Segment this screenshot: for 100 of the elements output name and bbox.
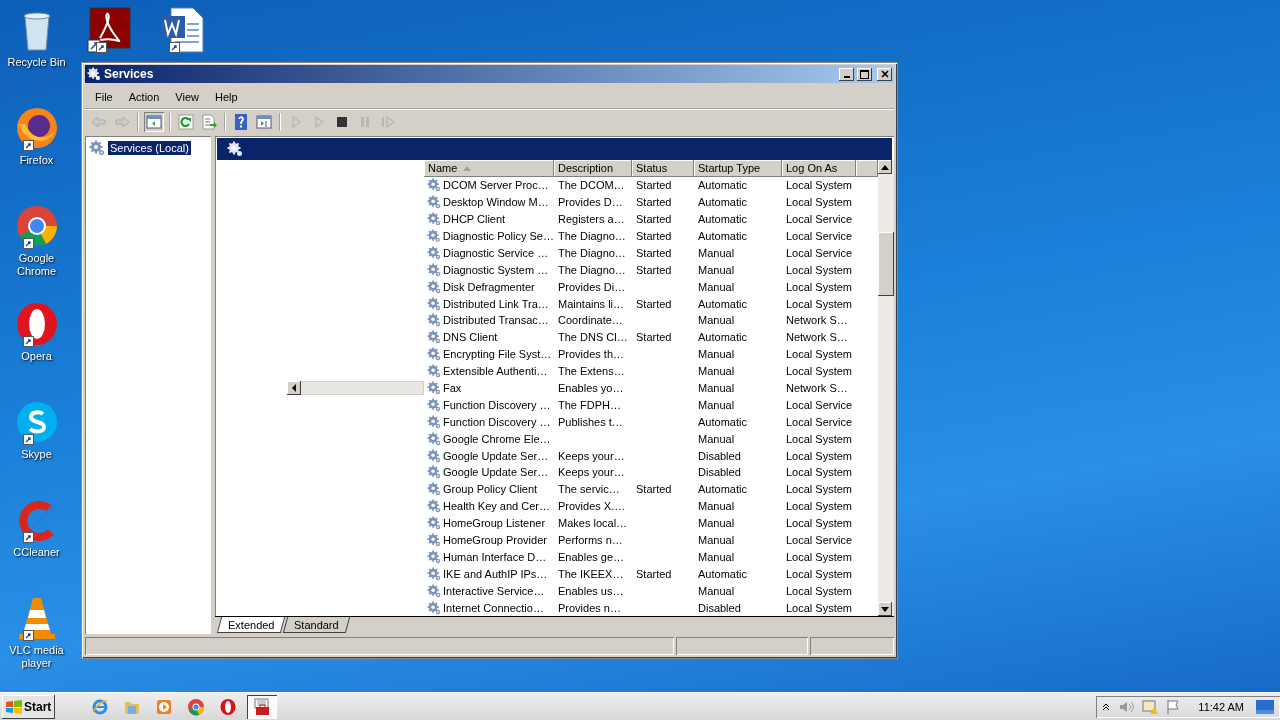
- table-cell: Distributed Transac…: [443, 314, 549, 327]
- table-cell: Health Key and Cer…: [443, 500, 550, 513]
- show-desktop-icon[interactable]: [1256, 699, 1274, 714]
- gear-icon: [427, 414, 441, 429]
- menu-item[interactable]: Help: [206, 91, 246, 103]
- window-title: Services: [104, 67, 155, 81]
- clock[interactable]: 11:42 AM: [1198, 700, 1244, 713]
- desktop-icon-label[interactable]: Opera: [1, 350, 72, 363]
- refresh-icon: [178, 114, 194, 130]
- desktop-icon-label[interactable]: Firefox: [1, 154, 72, 167]
- table-cell-text: Publishes t…: [557, 415, 624, 428]
- scrollbar-thumb[interactable]: [878, 232, 894, 296]
- menu-item[interactable]: Action: [120, 91, 168, 103]
- table-cell-text: The DNS Cl…: [557, 331, 629, 344]
- taskbar-button[interactable]: [247, 694, 278, 719]
- gear-icon: [227, 141, 243, 157]
- table-cell-text: Local System: [785, 297, 854, 310]
- opera-icon: [219, 697, 238, 716]
- desktop-icon-label[interactable]: Recycle Bin: [1, 56, 72, 69]
- table-cell-text: Registers a…: [557, 213, 626, 226]
- table-cell-text: Disabled: [697, 601, 742, 614]
- gear-icon: [427, 482, 441, 497]
- export-icon: [201, 114, 217, 130]
- table-cell-text: Started: [635, 331, 673, 344]
- table-cell: HomeGroup Provider: [443, 534, 547, 547]
- restart-icon: [380, 114, 396, 130]
- table-cell-text: Network S…: [785, 331, 849, 344]
- table-cell-text: Started: [635, 230, 673, 242]
- gear-icon: [427, 397, 441, 412]
- table-cell-text: Makes local…: [557, 517, 629, 530]
- gear-icon: [427, 448, 441, 463]
- table-cell: Fax: [443, 382, 462, 394]
- table-cell-text: The FDPH…: [557, 398, 622, 411]
- view-tab[interactable]: Extended: [216, 617, 286, 633]
- table-cell: Diagnostic Service …: [443, 246, 549, 259]
- table-cell-text: Local System: [785, 483, 854, 496]
- shortcut-arrow-icon: [22, 434, 34, 445]
- table-cell-text: Local System: [785, 500, 854, 513]
- flag-icon[interactable]: [1166, 698, 1181, 715]
- table-cell-text: Manual: [697, 584, 736, 597]
- table-cell-text: Automatic: [697, 567, 748, 580]
- table-cell-text: Automatic: [697, 179, 748, 192]
- table-cell-text: Enables us…: [557, 584, 625, 597]
- windows-logo-icon: [6, 699, 22, 714]
- chevron-up-icon[interactable]: [1102, 702, 1111, 711]
- tree-item[interactable]: Services (Local): [108, 141, 191, 155]
- table-cell-text: Local Service: [785, 213, 854, 226]
- menu-item[interactable]: View: [167, 91, 207, 103]
- column-header[interactable]: Startup Type: [694, 160, 782, 177]
- start-button[interactable]: Start: [2, 694, 56, 719]
- network-warning-icon[interactable]: [1142, 698, 1159, 715]
- table-cell-text: Manual: [697, 534, 736, 547]
- gear-icon: [427, 262, 441, 277]
- vertical-scrollbar[interactable]: [878, 160, 894, 616]
- desktop-icon-label[interactable]: Google Chrome: [1, 252, 72, 278]
- horizontal-scrollbar[interactable]: [287, 381, 424, 395]
- desktop-icon-label[interactable]: Skype: [1, 448, 72, 461]
- column-header-filler: [856, 160, 878, 177]
- table-cell: IKE and AuthIP IPs…: [443, 567, 548, 580]
- table-cell: Extensible Authenti…: [443, 365, 548, 378]
- gear-icon: [89, 140, 105, 156]
- gear-icon: [427, 533, 441, 548]
- table-cell-text: Local Service: [785, 534, 854, 547]
- table-cell-text: Started: [635, 179, 673, 192]
- table-cell-text: Disabled: [697, 449, 742, 462]
- table-cell-text: Started: [635, 483, 673, 496]
- table-cell-text: Keeps your…: [557, 466, 626, 479]
- table-cell-text: Network S…: [785, 382, 849, 394]
- column-header[interactable]: Log On As: [782, 160, 856, 177]
- maximize-button[interactable]: [857, 67, 872, 81]
- menu-item[interactable]: File: [87, 91, 121, 103]
- column-header[interactable]: Status: [632, 160, 694, 177]
- scroll-down-icon: [881, 606, 889, 612]
- view-tab[interactable]: Standard: [283, 617, 351, 633]
- internet-explorer-icon: [91, 697, 110, 716]
- table-cell: Disk Defragmenter: [443, 280, 535, 293]
- table-cell-text: Provides D…: [557, 196, 624, 209]
- table-cell-text: Local System: [785, 365, 854, 378]
- gear-icon: [427, 465, 441, 480]
- table-cell-text: Enables yo…: [557, 382, 625, 394]
- gear-icon: [427, 549, 441, 564]
- table-cell-text: The DCOM…: [557, 179, 626, 192]
- maximize-icon: [860, 69, 869, 79]
- table-cell-text: Local System: [785, 179, 854, 192]
- column-header[interactable]: Name: [424, 160, 554, 177]
- close-button[interactable]: [877, 67, 892, 81]
- column-header[interactable]: Description: [554, 160, 632, 177]
- table-cell: Group Policy Client: [443, 483, 538, 496]
- table-cell-text: Started: [635, 213, 673, 226]
- table-cell-text: Manual: [697, 382, 736, 394]
- speaker-icon[interactable]: [1118, 699, 1135, 714]
- table-cell: Diagnostic System …: [443, 263, 549, 276]
- gear-icon: [427, 364, 441, 379]
- minimize-button[interactable]: [839, 67, 854, 81]
- toolbar-button[interactable]: [176, 112, 196, 132]
- desktop-icon-label[interactable]: CCleaner: [1, 546, 72, 559]
- table-cell-text: Local System: [785, 280, 854, 293]
- table-cell: Function Discovery …: [443, 415, 551, 428]
- toolbar-button[interactable]: [144, 112, 164, 132]
- table-cell-text: Manual: [697, 550, 736, 563]
